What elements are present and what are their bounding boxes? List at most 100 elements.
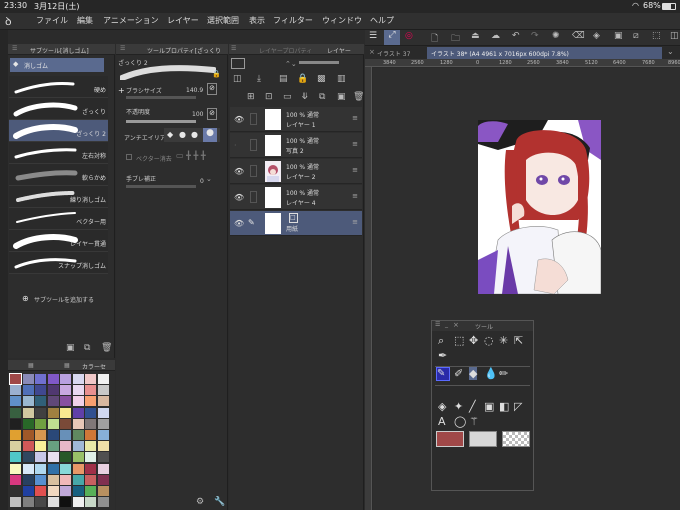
- color-swatch[interactable]: [35, 418, 46, 429]
- color-swatch[interactable]: [60, 396, 71, 407]
- color-swatch[interactable]: [47, 486, 59, 496]
- panel-toggle-icon[interactable]: ◫: [670, 31, 679, 41]
- color-swatch[interactable]: [60, 418, 71, 429]
- layer-lock-slot[interactable]: [250, 165, 257, 177]
- mask-icon[interactable]: ▥: [337, 74, 346, 84]
- layer-opacity-slider[interactable]: [299, 61, 339, 64]
- subtool-group-tab[interactable]: ◆ 消しゴム: [10, 58, 104, 72]
- color-swatch[interactable]: [35, 497, 46, 508]
- color-swatch[interactable]: [35, 385, 46, 396]
- layout-icon[interactable]: ⤢: [384, 30, 400, 45]
- color-swatch[interactable]: [97, 374, 109, 384]
- color-swatch[interactable]: [97, 418, 109, 429]
- transparent-color-swatch[interactable]: [502, 431, 530, 447]
- tab-illust-37[interactable]: イラスト 37: [377, 49, 410, 58]
- layer-row[interactable]: 👁 100 % 通常 レイヤー 1 ≡: [230, 107, 362, 132]
- mask-add-icon[interactable]: ▣: [337, 92, 346, 102]
- color-swatch[interactable]: [22, 486, 34, 496]
- color-swatch[interactable]: [60, 463, 71, 474]
- new-folder-icon[interactable]: ▣: [66, 343, 75, 353]
- color-swatch[interactable]: [10, 385, 21, 396]
- pressure-toggle-icon[interactable]: ⊘: [207, 83, 217, 95]
- cloud-icon[interactable]: ☁: [491, 31, 500, 41]
- color-swatch[interactable]: [10, 452, 21, 463]
- color-swatch[interactable]: [22, 463, 34, 474]
- layer-row[interactable]: · 100 % 通常 写真 2 ≡: [230, 133, 362, 158]
- color-swatch[interactable]: [35, 452, 46, 463]
- menu-filter[interactable]: フィルター: [273, 15, 313, 26]
- layer-menu-icon[interactable]: ≡: [352, 114, 358, 122]
- minimize-icon[interactable]: _: [445, 321, 448, 328]
- app-logo-icon[interactable]: ꝺ: [5, 14, 12, 29]
- duplicate-layer-icon[interactable]: ⧉: [319, 92, 325, 102]
- opacity-stepper-icon[interactable]: ⌃⌄: [285, 60, 297, 68]
- color-swatch[interactable]: [60, 497, 71, 508]
- color-swatch[interactable]: [60, 407, 71, 418]
- color-swatch[interactable]: [10, 396, 21, 407]
- color-swatch[interactable]: [97, 430, 109, 440]
- color-swatch[interactable]: [72, 430, 84, 440]
- color-swatch[interactable]: [22, 396, 34, 407]
- menu-icon[interactable]: ☰: [369, 31, 377, 41]
- main-color-swatch[interactable]: [436, 431, 464, 447]
- menu-window[interactable]: ウィンドウ: [322, 15, 362, 26]
- color-swatch[interactable]: [97, 441, 109, 452]
- decoration-tool-icon[interactable]: ⚚: [469, 415, 479, 428]
- airbrush-tool-icon[interactable]: ✏: [499, 367, 508, 380]
- color-swatch[interactable]: [47, 463, 59, 474]
- color-swatch[interactable]: [10, 407, 21, 418]
- color-swatch[interactable]: [10, 430, 21, 440]
- hide-selection-icon[interactable]: ⧄: [633, 31, 639, 41]
- aa-none-icon[interactable]: ◆: [167, 130, 173, 139]
- color-swatch[interactable]: [72, 452, 84, 463]
- grip-icon[interactable]: ☰: [435, 321, 440, 328]
- ruler-tool-icon[interactable]: ◧: [499, 400, 509, 413]
- selection-launcher-icon[interactable]: ⬚: [652, 31, 661, 41]
- visibility-eye-icon[interactable]: 👁: [234, 115, 244, 124]
- clip-icon[interactable]: ⤓: [257, 74, 261, 84]
- color-swatch[interactable]: [22, 474, 34, 485]
- layer-row[interactable]: 👁 100 % 通常 レイヤー 2 ≡: [230, 159, 362, 184]
- antialias-selector[interactable]: ◆ ● ● ●: [164, 128, 220, 142]
- new-vector-layer-icon[interactable]: ⊡: [265, 92, 273, 102]
- undo-icon[interactable]: ↶: [512, 31, 520, 41]
- color-swatch[interactable]: [35, 396, 46, 407]
- color-swatch[interactable]: [72, 497, 84, 508]
- color-swatch[interactable]: [47, 452, 59, 463]
- visibility-eye-icon[interactable]: 👁: [234, 167, 244, 176]
- pen-tool-icon[interactable]: ✎: [436, 367, 450, 381]
- color-swatch[interactable]: [35, 430, 46, 440]
- menu-view[interactable]: 表示: [249, 15, 265, 26]
- grip-icon[interactable]: ☰: [231, 45, 236, 52]
- color-swatch[interactable]: [97, 396, 109, 407]
- color-swatch[interactable]: [97, 385, 109, 396]
- color-swatch[interactable]: [35, 407, 46, 418]
- artwork-canvas[interactable]: [478, 120, 601, 294]
- color-swatch[interactable]: [85, 474, 96, 485]
- color-swatch[interactable]: [85, 441, 96, 452]
- color-swatch[interactable]: [47, 441, 59, 452]
- brush-item[interactable]: 練り消しゴム: [9, 186, 108, 208]
- eyedropper-icon[interactable]: ✒: [438, 349, 447, 362]
- new-folder-icon[interactable]: ▭: [283, 92, 292, 102]
- color-swatch[interactable]: [10, 463, 21, 474]
- color-swatch[interactable]: [85, 452, 96, 463]
- color-swatch[interactable]: [22, 418, 34, 429]
- visibility-eye-hidden-icon[interactable]: ·: [234, 141, 237, 150]
- color-swatch[interactable]: [47, 385, 59, 396]
- fill-icon[interactable]: ◈: [593, 31, 600, 41]
- new-file-icon[interactable]: 🗋: [431, 31, 438, 47]
- blend-mode-dropdown[interactable]: [231, 58, 245, 69]
- color-swatch[interactable]: [47, 374, 59, 384]
- color-swatch[interactable]: [97, 452, 109, 463]
- color-swatch[interactable]: [10, 474, 21, 485]
- color-swatch[interactable]: [35, 463, 46, 474]
- menu-layer[interactable]: レイヤー: [167, 15, 199, 26]
- clear-icon[interactable]: ⌫: [572, 31, 585, 41]
- aa-weak-icon[interactable]: ●: [179, 130, 186, 139]
- tab-layer[interactable]: レイヤー: [327, 46, 351, 55]
- color-swatch[interactable]: [10, 418, 21, 429]
- visibility-eye-icon[interactable]: 👁: [234, 193, 244, 202]
- color-swatch[interactable]: [72, 486, 84, 496]
- grip-icon[interactable]: ☰: [12, 45, 17, 52]
